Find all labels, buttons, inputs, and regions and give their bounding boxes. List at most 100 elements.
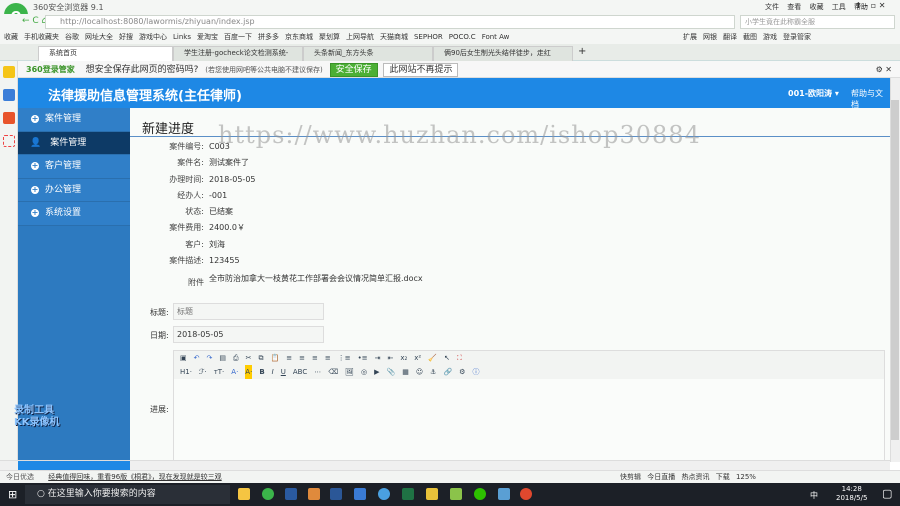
copy-icon[interactable]: ⧉ <box>258 351 263 365</box>
app-icon[interactable] <box>354 488 366 500</box>
source-icon[interactable]: ▣ <box>180 351 187 365</box>
app-icon[interactable] <box>450 488 462 500</box>
hscroll-thumb[interactable] <box>18 461 130 470</box>
user-menu[interactable]: 001-欧阳涛 ▾ <box>788 88 839 99</box>
preview-icon[interactable]: ▤ <box>219 351 226 365</box>
ordered-list-icon[interactable]: ⋮≡ <box>338 351 351 365</box>
attachment-icon[interactable]: 📎 <box>387 365 396 379</box>
browser-menu[interactable]: 文件 查看 收藏 工具 帮助 <box>765 2 868 12</box>
sidebar-item-office-management[interactable]: + 办公管理 <box>18 178 130 202</box>
superscript-icon[interactable]: x² <box>414 351 421 365</box>
cut-icon[interactable]: ✂ <box>246 351 252 365</box>
menu-file[interactable]: 文件 <box>765 3 779 11</box>
menu-tools[interactable]: 工具 <box>832 3 846 11</box>
bookmark[interactable]: 好搜 <box>119 33 133 41</box>
scrollbar-thumb[interactable] <box>891 100 899 440</box>
today-picks[interactable]: 今日优选 <box>6 473 34 481</box>
app-icon[interactable] <box>498 488 510 500</box>
weibo-icon[interactable] <box>3 112 15 124</box>
bold-button[interactable]: B <box>259 365 264 379</box>
bookmark[interactable]: Links <box>173 33 191 41</box>
indent-icon[interactable]: ⇥ <box>375 351 381 365</box>
sidebar-item-system-settings[interactable]: + 系统设置 <box>18 202 130 226</box>
align-left-icon[interactable]: ≡ <box>286 351 292 365</box>
bookmark[interactable]: 百度一下 <box>224 33 252 41</box>
safe-save-button[interactable]: 安全保存 <box>329 63 378 77</box>
help-link[interactable]: 帮助与文档 <box>851 88 890 110</box>
title-input[interactable] <box>173 303 324 320</box>
bookmark[interactable]: 拼多多 <box>258 33 279 41</box>
user-name[interactable]: 001-欧阳涛 <box>788 89 832 98</box>
menu-view[interactable]: 查看 <box>787 3 801 11</box>
screenshot-button[interactable]: 截图 <box>743 33 757 41</box>
screenshot-icon[interactable] <box>3 135 15 147</box>
url-input[interactable]: http://localhost:8080/lawormis/zhiyuan/i… <box>45 15 735 29</box>
align-right-icon[interactable]: ≡ <box>312 351 318 365</box>
taskbar-search[interactable]: ○ 在这里输入你要搜索的内容 <box>25 485 230 504</box>
close-icon[interactable]: ⚙ ✕ <box>876 61 892 78</box>
clock[interactable]: 14:28 2018/5/5 <box>836 485 867 503</box>
strikethrough-button[interactable]: ABC <box>293 365 307 379</box>
clear-format-icon[interactable]: 🧹 <box>428 351 437 365</box>
bookmark[interactable]: 聚划算 <box>319 33 340 41</box>
table-icon[interactable]: ▦ <box>402 365 409 379</box>
horizontal-scrollbar[interactable] <box>0 460 890 470</box>
favorites-icon[interactable] <box>3 66 15 78</box>
sidebar-item-case-management[interactable]: + 案件管理 <box>18 108 130 132</box>
nav-buttons[interactable]: ← C ⌂ <box>22 16 47 26</box>
bookmark[interactable]: 京东商城 <box>285 33 313 41</box>
translate-button[interactable]: 翻译 <box>723 33 737 41</box>
subscript-icon[interactable]: x₂ <box>400 351 407 365</box>
reader-icon[interactable] <box>3 89 15 101</box>
bookmark[interactable]: 爱淘宝 <box>197 33 218 41</box>
downloads[interactable]: 下载 <box>716 473 730 481</box>
tab-system-home[interactable]: 系统首页 <box>38 46 173 61</box>
redo-icon[interactable]: ↷ <box>207 351 213 365</box>
hot-news[interactable]: 热点资讯 <box>681 473 709 481</box>
highlight-button[interactable]: A· <box>245 365 253 379</box>
quick-clip[interactable]: 快剪辑 <box>620 473 641 481</box>
windows-start-icon[interactable]: ⊞ <box>8 488 17 501</box>
tab-news[interactable]: 俩90后女生制光头结伴徒步，走红 <box>433 46 573 61</box>
bookmark[interactable]: 网址大全 <box>85 33 113 41</box>
ext-button[interactable]: 扩展 <box>683 33 697 41</box>
notifications-icon[interactable]: ▢ <box>882 487 892 500</box>
italic-button[interactable]: I <box>272 365 274 379</box>
excel-icon[interactable] <box>402 488 414 500</box>
flash-icon[interactable]: ◎ <box>361 365 367 379</box>
bank-button[interactable]: 网银 <box>703 33 717 41</box>
bookmark[interactable]: 收藏 <box>4 33 18 41</box>
paste-icon[interactable]: 📋 <box>270 351 279 365</box>
underline-button[interactable]: U <box>281 365 286 379</box>
app-icon[interactable] <box>308 488 320 500</box>
undo-icon[interactable]: ↶ <box>194 351 200 365</box>
fullscreen-icon[interactable]: ⛶ <box>457 351 462 365</box>
link-icon[interactable]: 🔗 <box>443 365 452 379</box>
sidebar-item-case-management-active[interactable]: 👤 案件管理 <box>18 131 130 155</box>
date-input[interactable]: 2018-05-05 <box>173 326 324 343</box>
zoom-level[interactable]: 125% <box>736 473 756 481</box>
news-ticker[interactable]: 经典值得回味，重看96版《桐君》，现在发现就是较三观 <box>48 473 221 481</box>
anchor-icon[interactable]: ⚓ <box>430 365 436 379</box>
word-icon[interactable] <box>330 488 342 500</box>
heading-button[interactable]: H1· <box>180 365 192 379</box>
app-icon[interactable] <box>520 488 532 500</box>
games-button[interactable]: 游戏 <box>763 33 777 41</box>
tab-toutiao[interactable]: 头条新闻_东方头条 <box>303 46 433 61</box>
file-explorer-icon[interactable] <box>238 488 250 500</box>
font-family-button[interactable]: ℱ· <box>199 365 207 379</box>
unlink-icon[interactable]: ⚙ <box>459 365 465 379</box>
app-icon[interactable] <box>426 488 438 500</box>
window-controls[interactable]: ⬆ – ▫ ✕ <box>855 1 885 10</box>
login-manager-button[interactable]: 登录管家 <box>783 33 811 41</box>
font-size-button[interactable]: тT· <box>214 365 225 379</box>
bookmark[interactable]: SEPHOR <box>414 33 443 41</box>
outdent-icon[interactable]: ⇤ <box>387 351 393 365</box>
ime-indicator[interactable]: 中 <box>810 490 818 501</box>
attachment-link[interactable]: 全市防治加拿大一枝黄花工作部署会会议情况简单汇报.docx <box>209 274 423 283</box>
wechat-icon[interactable] <box>474 488 486 500</box>
bookmark[interactable]: 手机收藏夹 <box>24 33 59 41</box>
image-icon[interactable]: 🖼 <box>345 365 354 379</box>
globe-icon[interactable] <box>378 488 390 500</box>
emoji-icon[interactable]: ☺ <box>416 365 423 379</box>
